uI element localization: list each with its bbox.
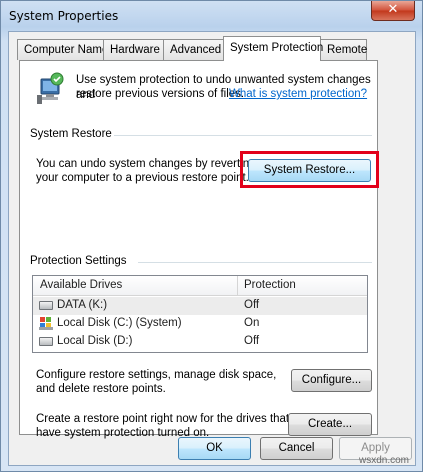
drives-list[interactable]: Available Drives Protection DATA (K:) Of… [32,275,368,353]
drive-name: Local Disk (D:) [57,335,133,347]
group-divider [114,135,372,136]
system-protection-panel: Use system protection to undo unwanted s… [19,60,379,439]
close-button[interactable]: ✕ [371,1,415,21]
system-restore-button[interactable]: System Restore... [248,159,371,182]
drive-icon [39,337,53,346]
windows-drive-icon [39,317,53,330]
configure-button[interactable]: Configure... [291,369,372,392]
dialog-client-area: Computer Name Hardware Advanced System P… [8,31,416,466]
system-properties-window: System Properties ✕ Computer Name Hardwa… [0,0,423,472]
column-available-drives[interactable]: Available Drives [35,276,122,296]
protection-status: On [244,317,260,329]
system-restore-text-line1: You can undo system changes by reverting [36,158,256,170]
system-protection-icon [37,72,64,104]
protection-status: Off [244,335,260,347]
what-is-system-protection-link[interactable]: What is system protection? [229,87,367,102]
intro-text-line2: restore previous versions of files. [76,88,245,100]
tab-computer-name[interactable]: Computer Name [17,39,108,60]
title-bar[interactable]: System Properties ✕ [1,1,422,31]
drives-list-header: Available Drives Protection [33,276,367,296]
watermark: wsxdn.com [359,455,410,466]
column-protection[interactable]: Protection [239,276,296,296]
drive-name: Local Disk (C:) (System) [57,317,182,329]
tab-hardware[interactable]: Hardware [103,39,164,60]
table-row[interactable]: DATA (K:) Off [33,297,367,315]
protection-status: Off [244,299,260,311]
create-button[interactable]: Create... [288,413,372,436]
cancel-button[interactable]: Cancel [260,437,333,460]
create-text-line1: Create a restore point right now for the… [36,413,290,425]
column-separator[interactable] [237,276,238,296]
tab-system-protection[interactable]: System Protection [223,36,323,61]
drive-icon [39,301,53,310]
tab-remote[interactable]: Remote [320,39,367,60]
tab-advanced[interactable]: Advanced [163,39,225,60]
table-row[interactable]: Local Disk (D:) Off [33,333,367,351]
system-restore-text-line2: your computer to a previous restore poin… [36,172,249,184]
system-restore-heading: System Restore [30,128,112,140]
group-divider [138,262,372,263]
table-row[interactable]: Local Disk (C:) (System) On [33,315,367,333]
close-icon: ✕ [387,2,399,17]
ok-button[interactable]: OK [178,437,251,460]
configure-text-line2: and delete restore points. [36,383,166,395]
window-title: System Properties [9,9,119,23]
protection-settings-heading: Protection Settings [30,255,127,267]
configure-text-line1: Configure restore settings, manage disk … [36,369,277,381]
drive-name: DATA (K:) [57,299,108,311]
